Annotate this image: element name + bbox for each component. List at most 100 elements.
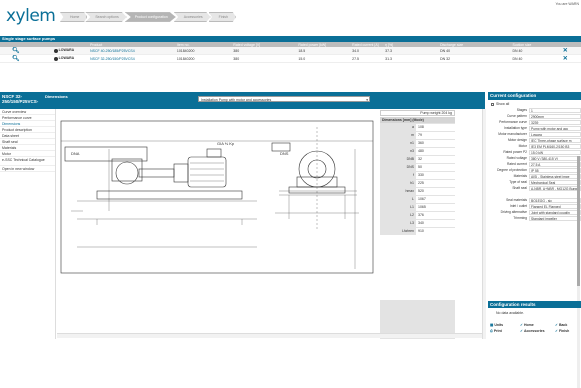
column-header-voltage[interactable]: Rated voltage [V]: [233, 43, 298, 47]
dimension-key: h1: [410, 181, 414, 185]
dimensions-table: Dimensions [mm] (Mode) a 108 m 79 n1 360 n3 480…: [380, 117, 455, 235]
vertical-scrollbar[interactable]: [482, 109, 486, 339]
column-header-power[interactable]: Rated power [kW]: [298, 43, 352, 47]
close-icon[interactable]: ✕: [563, 56, 568, 62]
dimension-value: 480: [416, 147, 455, 155]
configuration-value[interactable]: Mechanical Seal: [529, 179, 581, 185]
dimension-key: n3: [410, 149, 414, 153]
configuration-value[interactable]: 15.0 kW: [529, 149, 581, 155]
column-header-product[interactable]: Product: [90, 43, 177, 47]
dimension-row: h1 225: [380, 179, 455, 187]
drawing-label-gia: GIA ⅜ Kp: [217, 141, 235, 146]
chevron-down-icon[interactable]: ▾: [366, 97, 368, 103]
column-header-current[interactable]: Rated current [A]: [352, 43, 385, 47]
results-table: Product Item no. Rated voltage [V] Rated…: [0, 42, 581, 63]
product-link[interactable]: NSCF 32-250/150/P25VCS4: [90, 57, 177, 61]
scrollbar-thumb[interactable]: [577, 156, 580, 286]
brand-name: LOWARA: [58, 56, 75, 61]
action-finish-button[interactable]: ✓Finish: [555, 328, 581, 334]
dimension-value: 32: [416, 155, 455, 163]
configuration-key: Trimming: [513, 216, 527, 220]
dimension-row: DNB 32: [380, 155, 455, 163]
configuration-results: Configuration results No data available.…: [488, 301, 581, 334]
column-header-discharge[interactable]: Discharge size: [418, 43, 490, 47]
action-icon: ⎙: [490, 329, 493, 333]
configuration-value[interactable]: Pump with motor and acc: [529, 125, 581, 131]
configuration-value: [529, 191, 581, 197]
configuration-value[interactable]: IEC Three-phase surface m: [529, 137, 581, 143]
action-label: Home: [523, 323, 534, 327]
efficiency: 31.3: [385, 56, 392, 61]
nav-item[interactable]: e-SSC Technical Catalogue: [0, 157, 55, 166]
column-header-eta[interactable]: η [%]: [385, 43, 418, 47]
column-header-item[interactable]: Item no.: [177, 43, 233, 47]
show-all-checkbox[interactable]: [491, 102, 494, 106]
configuration-value[interactable]: IP 55: [529, 167, 581, 173]
app-header: xylem Home Search options Product config…: [0, 0, 581, 33]
configuration-scrollbar[interactable]: [577, 156, 580, 388]
action-buttons: ▦Units ✓Home ✓Back ⎙Print ✓Accessories ✓Finis…: [488, 322, 581, 334]
discharge-size: DN 32: [440, 56, 451, 61]
configuration-key: Installation type: [504, 126, 527, 130]
action-label: Accessories: [523, 329, 545, 333]
dimension-row: Lfahren 910: [380, 227, 455, 235]
configuration-value[interactable]: 3239: [529, 119, 581, 125]
action-label: Back: [558, 323, 568, 327]
table-row[interactable]: 🔍︎ LOWARA NSCF 32-250/150/P25VCS4 101840…: [0, 55, 581, 63]
discharge-size: DN 40: [440, 48, 451, 53]
nav-item[interactable]: Open in new window: [0, 166, 55, 172]
no-data-text: No data available.: [496, 311, 525, 315]
action-label: Units: [494, 323, 504, 327]
configuration-value[interactable]: Standard impeller: [529, 215, 581, 221]
rated-power: 18.5: [298, 48, 306, 53]
installation-select-value: Installation Pump with motor and accesso…: [201, 98, 272, 102]
horizontal-scrollbar[interactable]: [57, 333, 482, 338]
action-icon: ✓: [520, 323, 523, 327]
dimensions-label: Dimensions: [45, 94, 68, 99]
step-home[interactable]: Home: [60, 12, 88, 22]
configuration-value[interactable]: 27.5 A: [529, 161, 581, 167]
dimension-row: f 330: [380, 171, 455, 179]
action-accessories-button[interactable]: ✓Accessories: [520, 328, 555, 334]
step-finish[interactable]: Finish: [208, 12, 236, 22]
configuration-row: Trimming Standard impeller: [488, 215, 581, 221]
configuration-value[interactable]: 2900rpm: [529, 113, 581, 119]
configuration-value[interactable]: AISI - Stainless steel impe: [529, 173, 581, 179]
lowara-logo-icon: [53, 48, 58, 53]
step-accessories[interactable]: Accessories: [173, 12, 211, 22]
xylem-logo[interactable]: xylem: [6, 6, 56, 26]
product-link[interactable]: NSCF 40-250/185/P25VCS4: [90, 49, 177, 53]
step-product-configuration[interactable]: Product configuration: [124, 12, 176, 22]
configuration-value[interactable]: BQ1EGG - sic: [529, 197, 581, 203]
configuration-value[interactable]: IE3 EM PLM160-2/150 B3: [529, 143, 581, 149]
dimension-row: n1 360: [380, 139, 455, 147]
installation-select[interactable]: Installation Pump with motor and accesso…: [198, 96, 370, 102]
configuration-value[interactable]: 380 V (380-415 V): [529, 155, 581, 161]
column-header-suction[interactable]: Suction size: [490, 43, 562, 47]
dimension-key: n1: [410, 141, 414, 145]
close-icon[interactable]: ✕: [563, 48, 568, 54]
configuration-value[interactable]: Lowara: [529, 131, 581, 137]
table-row[interactable]: 🔍︎ LOWARA NSCF 40-250/185/P25VCS4 101840…: [0, 47, 581, 55]
configuration-key: Seal materials: [506, 198, 527, 202]
drawing-label-dna: DNA: [71, 151, 80, 156]
step-search-options[interactable]: Search options: [85, 12, 127, 22]
action-icon: ✓: [520, 329, 523, 333]
configuration-value[interactable]: 1: [529, 107, 581, 113]
dimension-value: 79: [416, 131, 455, 139]
search-icon[interactable]: 🔍︎: [12, 48, 20, 54]
dimension-value: 225: [416, 179, 455, 187]
action-print-button[interactable]: ⎙Print: [490, 328, 520, 334]
dimension-key: m: [411, 133, 414, 137]
configuration-value[interactable]: A-NBR, A+NBR - MG12G Burgmann: [529, 185, 581, 191]
configuration-value[interactable]: Flanged EL Flanged: [529, 203, 581, 209]
search-icon[interactable]: 🔍︎: [12, 56, 20, 62]
drawing-label-dns: DNS: [280, 151, 289, 156]
dimension-value: 1067: [416, 195, 455, 203]
lowara-logo-icon: [53, 56, 58, 61]
dimension-key: Lfahren: [402, 229, 414, 233]
dimension-drawing: DNA GIA ⅜ Kp DNS: [60, 120, 374, 274]
dimension-row: a 108: [380, 123, 455, 131]
configuration-key: Shaft seal: [512, 186, 527, 190]
configuration-value[interactable]: Joint with standard couplin: [529, 209, 581, 215]
